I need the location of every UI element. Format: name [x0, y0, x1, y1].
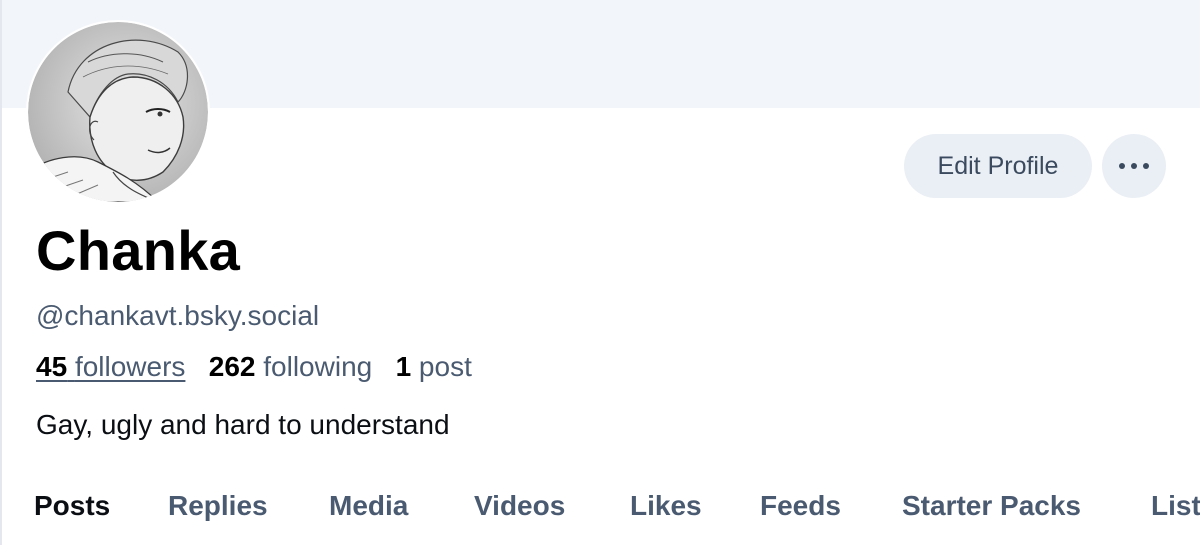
tab-replies[interactable]: Replies [168, 490, 268, 522]
ellipsis-icon [1119, 163, 1149, 169]
posts-stat: 1 post [396, 351, 472, 383]
profile-handle: @chankavt.bsky.social [36, 300, 320, 331]
edit-profile-button[interactable]: Edit Profile [904, 134, 1092, 198]
profile-stats: 45 followers 262 following 1 post [36, 351, 472, 383]
tab-posts[interactable]: Posts [34, 490, 110, 522]
followers-link[interactable]: 45 followers [36, 351, 185, 383]
avatar[interactable] [26, 20, 210, 204]
profile-tabs: Posts Replies Media Videos Likes Feeds S… [2, 490, 1200, 530]
tab-media[interactable]: Media [329, 490, 408, 522]
following-link[interactable]: 262 following [209, 351, 372, 383]
tab-videos[interactable]: Videos [474, 490, 565, 522]
tab-feeds[interactable]: Feeds [760, 490, 841, 522]
display-name: Chanka [36, 219, 241, 282]
followers-label: followers [74, 351, 186, 382]
anime-portrait-avatar-icon [28, 22, 208, 202]
profile-page: Edit Profile Chanka @chankavt.bsky.socia… [0, 0, 1200, 545]
following-count: 262 [208, 351, 256, 382]
profile-bio: Gay, ugly and hard to understand [36, 409, 450, 440]
tab-starter-packs[interactable]: Starter Packs [902, 490, 1081, 522]
posts-label: post [418, 351, 472, 382]
tab-lists[interactable]: Lists [1151, 490, 1200, 522]
followers-count: 45 [36, 351, 68, 382]
more-options-button[interactable] [1102, 134, 1166, 198]
posts-count: 1 [395, 351, 412, 382]
tab-likes[interactable]: Likes [630, 490, 702, 522]
following-label: following [263, 351, 373, 382]
